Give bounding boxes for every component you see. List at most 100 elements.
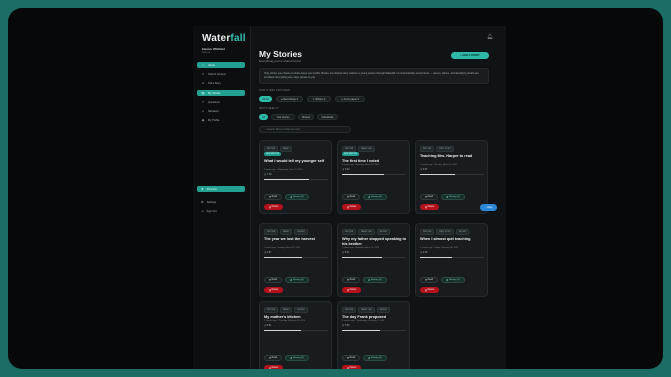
story-duration: ◷ 3:07 [420,168,427,171]
filter-capture-from-paper[interactable]: ▭ From paper 2 [335,96,365,102]
delete-button[interactable]: ▥ Delete [264,204,283,210]
story-card[interactable]: WRITTEN FIRST STORY RECENT When I almost qu… [415,223,488,297]
read-button[interactable]: ☰ Read [264,277,282,283]
tag-list: WRITTEN FIRST STORY RECENT [420,229,470,235]
story-duration: ◷ 2:45 [420,251,427,254]
filter-sharing-shared[interactable]: Shared [298,114,314,120]
story-date: 4 weeks ago · Saturday, March 29, 2025 [342,164,380,166]
story-date: 2 months ago · Friday, February 28, 2025 [420,247,459,249]
story-title[interactable]: The first time I voted [342,159,408,164]
sharing-label: Sharing (2) [448,196,460,198]
sharing-button[interactable]: ⇄ Sharing (1) [441,277,465,283]
app-logo[interactable]: Waterfall [202,33,246,44]
story-tag: RECENT [376,307,391,313]
read-button[interactable]: ☰ Read [342,277,360,283]
filter-capture-all[interactable]: All 10 [259,96,272,102]
story-title[interactable]: Teaching Mrs. Harper to read [420,154,486,159]
story-title[interactable]: When I almost quit teaching [420,237,486,242]
sharing-button[interactable]: ⇄ Sharing (3) [363,355,387,361]
progress-fill [264,257,303,258]
sidebar-item-label: Submit Content [208,72,226,76]
delete-button[interactable]: ▥ Delete [342,287,361,293]
sidebar-item-tell-a-story[interactable]: ● Tell a Story [197,80,245,86]
sidebar-item-submit-content[interactable]: ⇪ Submit Content [197,71,245,77]
story-date: 2 months ago · Monday, March 10, 2025 [420,164,458,166]
tag-list: WRITTEN FAMILY LIFE RECENT [342,307,391,313]
read-button[interactable]: ☰ Read [420,277,438,283]
sidebar-item-settings[interactable]: ⚙ Settings [197,199,245,205]
story-title[interactable]: The day Frank proposed [342,315,408,320]
sharing-button[interactable]: ⇄ Sharing (3) [285,194,309,200]
sidebar-item-my-stories[interactable]: ▤ My Stories [197,90,245,96]
premium-button[interactable]: ★ Premium [197,186,245,192]
story-card[interactable]: WRITTEN FAMILY LIFE RECENT The day Frank pr… [337,301,410,369]
read-button[interactable]: ☰ Read [342,194,360,200]
sidebar-item-my-profile[interactable]: ◉ My Profile [197,117,245,123]
progress-fill [264,179,309,180]
sharing-label: Sharing (3) [292,279,304,281]
story-date: 1 month ago · Saturday, March 15, 2025 [342,247,380,249]
progress-fill [342,330,381,331]
premium-label: Premium [206,187,218,191]
story-title[interactable]: The year we lost the harvest [264,237,330,242]
story-title[interactable]: My mother's kitchen [264,315,330,320]
delete-label: Delete [427,206,435,208]
story-title[interactable]: Why my father stopped speaking to his br… [342,237,408,246]
sidebar-item-questions[interactable]: ? Questions [197,99,245,105]
add-story-button[interactable]: + ADD A STORY [451,52,489,59]
story-title[interactable]: What I would tell my younger self [264,159,330,164]
read-button[interactable]: ☰ Read [264,355,282,361]
duration-value: 4:37 [266,251,272,254]
story-card[interactable]: WRITTEN FAMILY NEW WRITTEN What I would tel… [259,140,332,214]
sidebar-item-sign-out[interactable]: ⇥ Sign Out [197,208,245,214]
story-duration: ◷ 4:37 [264,251,271,254]
signout-label: Sign Out [206,209,217,213]
sharing-button[interactable]: ⇄ Sharing (3) [285,277,309,283]
delete-button[interactable]: ▥ Delete [342,204,361,210]
story-card[interactable]: WRITTEN FAMILY LIFE NEW WRITTEN The first t… [337,140,410,214]
story-duration: ◷ 7:18 [264,173,271,176]
sidebar-item-home[interactable]: ⌂ Home [197,62,245,68]
story-card[interactable]: WRITTEN FAMILY LIFE RECENT Why my father st… [337,223,410,297]
logout-link[interactable]: Log out [202,51,210,54]
sharing-button[interactable]: ⇄ Sharing (3) [285,355,309,361]
delete-button[interactable]: ▥ Delete [420,204,439,210]
story-card[interactable]: WRITTEN FAMILY RECENT My mother's kitchen 2 … [259,301,332,369]
story-tag: FIRST STORY [436,146,454,152]
read-button[interactable]: ☰ Read [342,355,360,361]
story-card[interactable]: WRITTEN FIRST STORY Teaching Mrs. Harper t… [415,140,488,214]
delete-button[interactable]: ▥ Delete [264,365,283,369]
story-card[interactable]: WRITTEN FAMILY RECENT The year we lost the … [259,223,332,297]
delete-label: Delete [349,206,357,208]
sharing-button[interactable]: ⇄ Sharing (3) [363,194,387,200]
help-button[interactable]: ◔ Help [480,204,497,211]
delete-button[interactable]: ▥ Delete [264,287,283,293]
sidebar-item-label: My Stories [208,91,221,95]
sharing-button[interactable]: ⇄ Sharing (2) [441,194,465,200]
delete-button[interactable]: ▥ Delete [420,287,439,293]
duration-value: 7:02 [344,168,350,171]
sidebar-item-narrators[interactable]: ☺ Narrators [197,108,245,114]
story-tag: WRITTEN [342,307,357,313]
progress-bar [264,257,328,258]
filter-sharing-your-stories[interactable]: Your stories [271,114,295,120]
filter-sharing-all[interactable]: All [259,114,268,120]
search-input[interactable]: ⌕ Search titles or what you said [259,126,351,133]
progress-bar [420,174,484,175]
read-label: Read [271,357,278,359]
delete-button[interactable]: ▥ Delete [342,365,361,369]
filter-capture-recordings[interactable]: ● Recordings 4 [276,96,303,102]
sharing-button[interactable]: ⇄ Sharing (3) [363,277,387,283]
progress-fill [342,174,384,175]
read-button[interactable]: ☰ Read [264,194,282,200]
tag-list: WRITTEN FAMILY LIFE RECENT [342,229,391,235]
read-button[interactable]: ☰ Read [420,194,438,200]
read-label: Read [427,196,434,198]
filter-sharing-individuals[interactable]: Individuals [317,114,338,120]
book-icon: ▤ [201,91,205,95]
delete-label: Delete [271,289,279,291]
filter-capture-written[interactable]: ✎ Written 4 [307,96,331,102]
read-label: Read [349,196,356,198]
bell-icon[interactable]: 🔔︎ [487,34,493,40]
tag-list: WRITTEN FAMILY RECENT [264,307,308,313]
